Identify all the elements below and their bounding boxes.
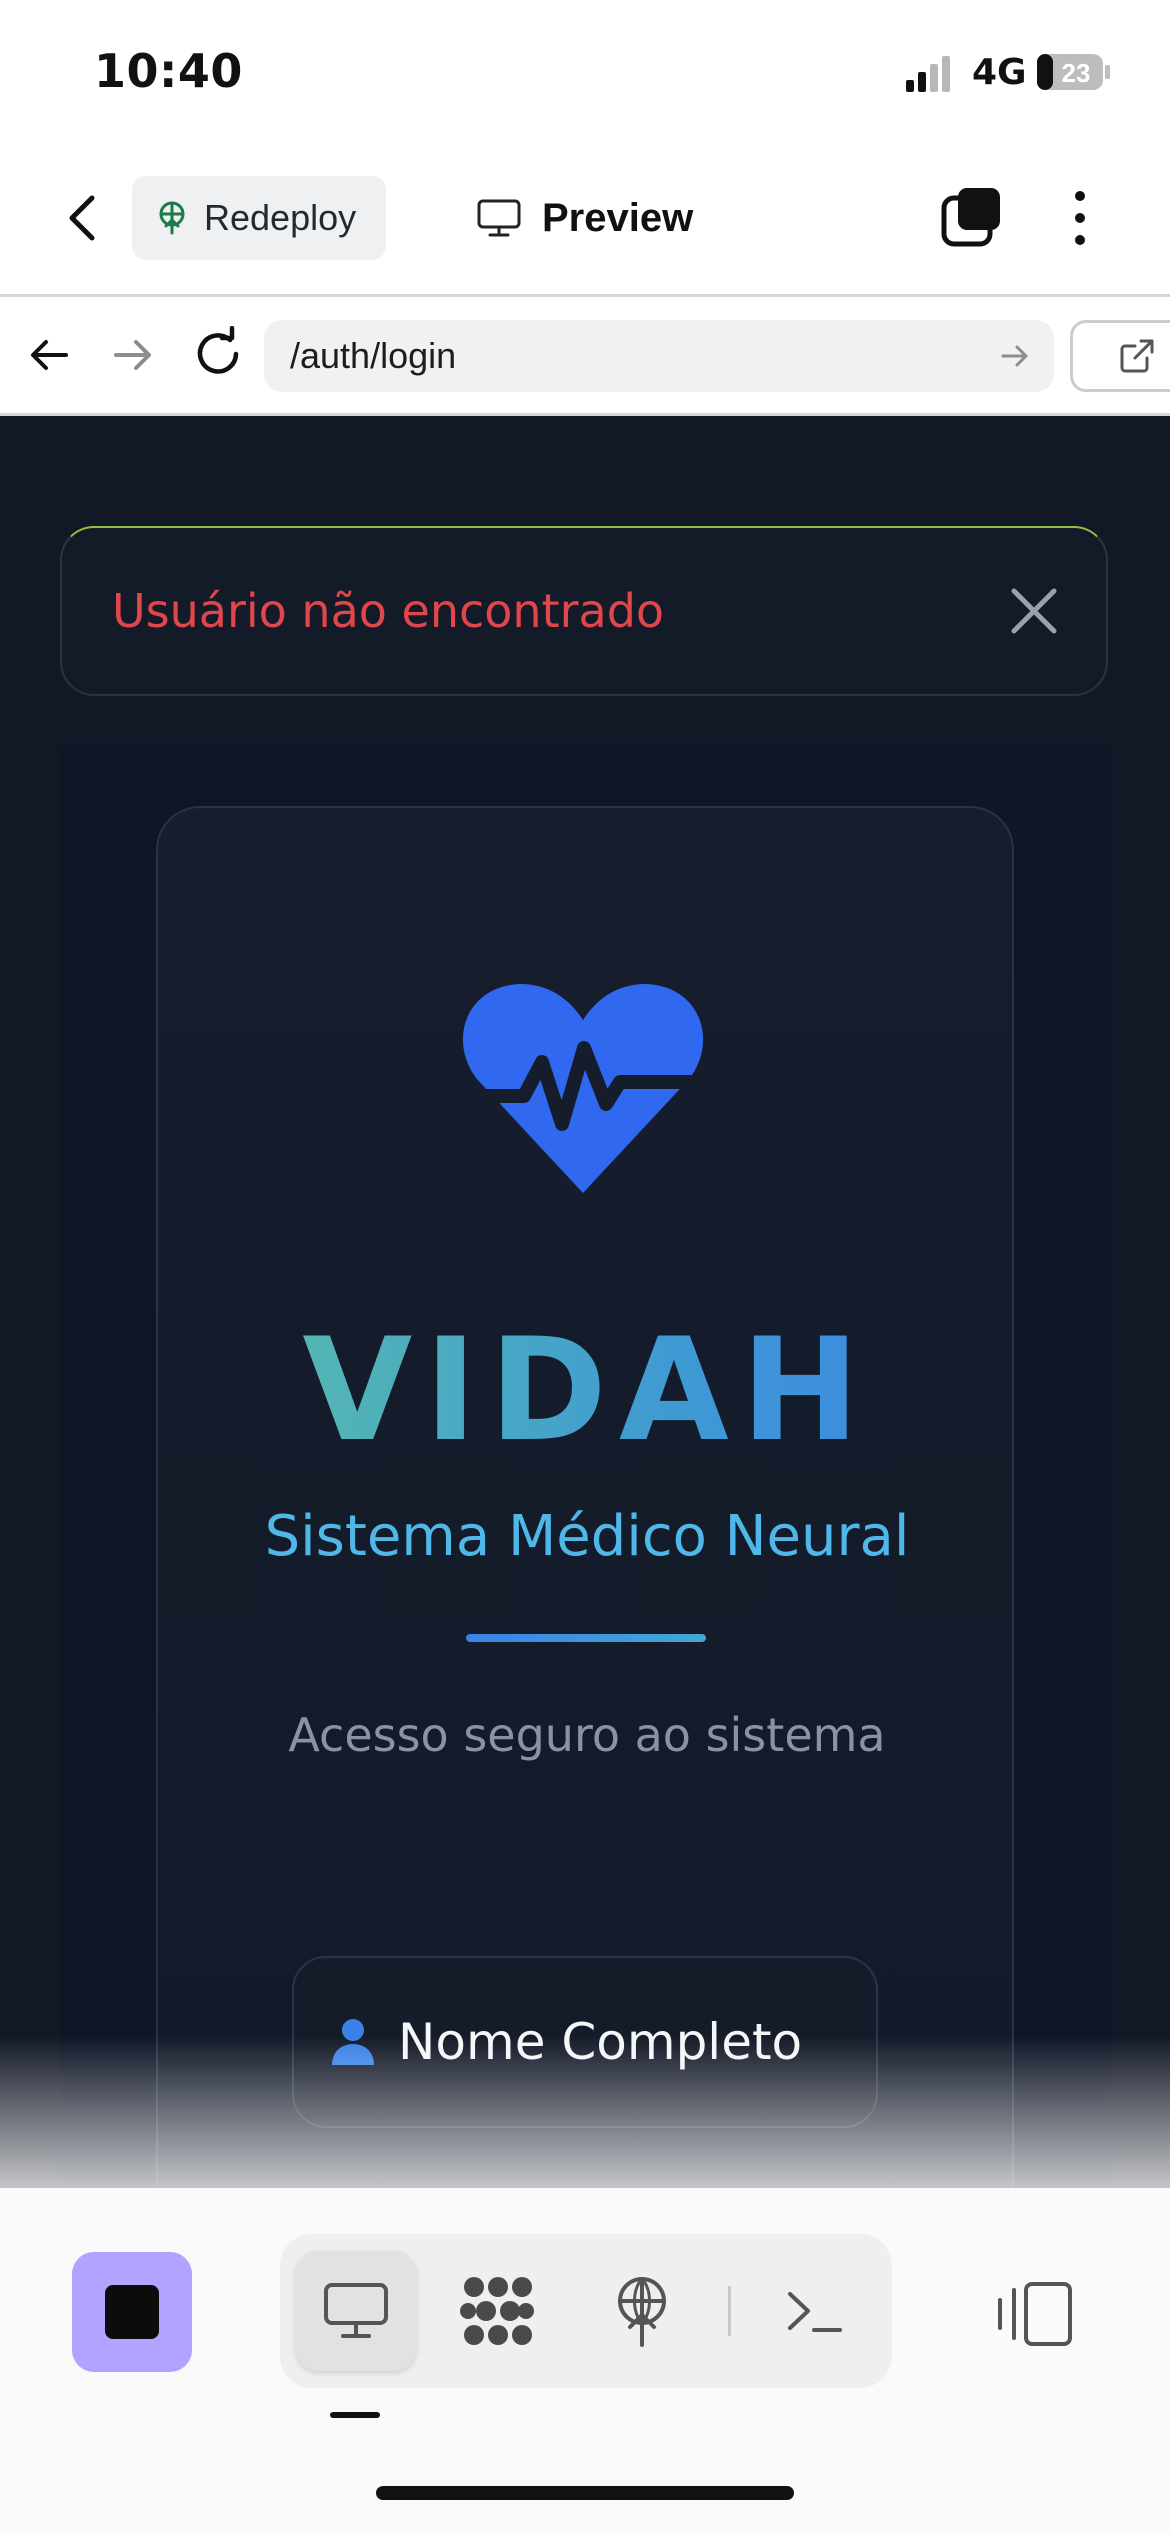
- redeploy-label: Redeploy: [204, 197, 357, 238]
- tool-separator: [728, 2286, 731, 2336]
- tabs-icon[interactable]: [940, 186, 1004, 250]
- full-name-label: Nome Completo: [398, 2013, 803, 2071]
- user-icon: [332, 2019, 374, 2065]
- network-type: 4G: [972, 52, 1027, 93]
- preview-title: Preview: [476, 190, 693, 246]
- status-time: 10:40: [94, 44, 243, 98]
- tool-shell-button[interactable]: [754, 2251, 874, 2371]
- deploy-icon: [618, 2277, 666, 2347]
- heart-pulse-icon: [458, 984, 708, 1193]
- stop-icon: [105, 2285, 159, 2339]
- battery-icon: 23: [1037, 54, 1110, 90]
- arrow-left-icon[interactable]: [24, 330, 74, 380]
- toast-message: Usuário não encontrado: [112, 584, 665, 638]
- reload-icon[interactable]: [190, 326, 246, 382]
- stop-button[interactable]: [72, 2252, 192, 2372]
- brand-divider: [466, 1634, 706, 1642]
- open-external-button[interactable]: [1070, 320, 1170, 392]
- monitor-icon: [477, 199, 521, 237]
- webpage-viewport: Usuário não encontrado VIDAH Sistema Méd…: [0, 416, 1170, 2188]
- deploy-icon: [159, 201, 185, 235]
- arrow-right-icon[interactable]: [108, 330, 158, 380]
- url-input[interactable]: /auth/login: [264, 320, 1054, 392]
- preview-icon: [324, 2283, 388, 2338]
- tool-switcher: [280, 2234, 892, 2388]
- active-tool-indicator: [330, 2412, 380, 2418]
- tool-deploy-button[interactable]: [582, 2251, 702, 2371]
- more-vertical-icon[interactable]: [1064, 186, 1096, 250]
- workflows-icon: [460, 2277, 534, 2345]
- external-link-icon: [1120, 339, 1154, 373]
- signal-icon: [906, 56, 950, 92]
- redeploy-button[interactable]: Redeploy: [132, 176, 386, 260]
- login-card: VIDAH Sistema Médico Neural Acesso segur…: [156, 806, 1014, 2188]
- go-arrow-icon[interactable]: [998, 339, 1032, 373]
- tool-workflows-button[interactable]: [438, 2251, 558, 2371]
- close-icon[interactable]: [1006, 583, 1062, 639]
- url-text: /auth/login: [290, 335, 457, 376]
- brand-title: VIDAH: [158, 1308, 1016, 1473]
- shell-icon: [788, 2292, 842, 2332]
- login-tagline: Acesso seguro ao sistema: [288, 1708, 886, 1762]
- home-indicator: [376, 2486, 794, 2500]
- preview-label: Preview: [542, 195, 694, 240]
- error-toast: Usuário não encontrado: [60, 526, 1108, 696]
- brand-subtitle: Sistema Médico Neural: [264, 1504, 910, 1569]
- tool-preview-button[interactable]: [296, 2251, 416, 2371]
- chevron-left-icon[interactable]: [56, 186, 112, 250]
- layout-toggle-icon[interactable]: [990, 2270, 1080, 2356]
- full-name-field[interactable]: Nome Completo: [292, 1956, 878, 2128]
- battery-level: 23: [1062, 58, 1091, 88]
